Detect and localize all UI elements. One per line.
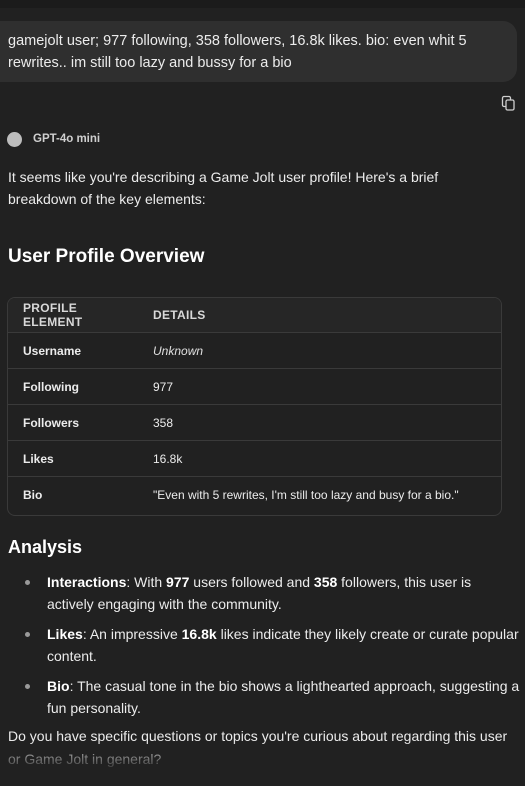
user-message-text: gamejolt user; 977 following, 358 follow… [8, 33, 467, 71]
table-row: Bio "Even with 5 rewrites, I'm still too… [8, 477, 501, 513]
analysis-text: : The casual tone in the bio shows a lig… [47, 678, 520, 716]
analysis-item-title: Likes [47, 626, 83, 642]
table-cell-key: Following [8, 368, 138, 405]
table-row: Username Unknown [8, 332, 501, 369]
table-row: Likes 16.8k [8, 440, 501, 477]
table-cell-key: Username [8, 332, 138, 369]
top-strip [0, 0, 525, 8]
table-cell-value: 358 [138, 404, 501, 441]
analysis-item-title: Interactions [47, 574, 127, 590]
chat-page: gamejolt user; 977 following, 358 follow… [0, 0, 525, 786]
user-message-bubble: gamejolt user; 977 following, 358 follow… [0, 21, 517, 82]
list-item: Likes: An impressive 16.8k likes indicat… [0, 623, 525, 667]
analysis-item-title: Bio [47, 678, 70, 694]
table-header-details: DETAILS [138, 298, 501, 333]
overview-heading: User Profile Overview [8, 246, 205, 267]
table-cell-value: Unknown [138, 332, 501, 369]
table-cell-key: Bio [23, 487, 43, 502]
list-item: Bio: The casual tone in the bio shows a … [0, 675, 525, 719]
table-row: Followers 358 [8, 404, 501, 441]
table-cell-value: "Even with 5 rewrites, I'm still too laz… [153, 487, 459, 502]
analysis-number: 977 [166, 574, 190, 590]
copy-icon [501, 95, 515, 111]
table-header-element: PROFILE ELEMENT [8, 298, 138, 333]
bullet-icon [25, 684, 30, 689]
table-cell-key: Followers [8, 404, 138, 441]
list-item: Interactions: With 977 users followed an… [0, 571, 525, 615]
table-cell-value: 16.8k [138, 440, 501, 477]
table-header-row: PROFILE ELEMENT DETAILS [8, 298, 501, 333]
analysis-text: users followed and [189, 574, 314, 590]
table-cell-key: Likes [8, 440, 138, 477]
analysis-list: Interactions: With 977 users followed an… [0, 571, 525, 727]
model-name: GPT-4o mini [33, 133, 101, 145]
copy-button[interactable] [500, 95, 516, 111]
bullet-icon [25, 632, 30, 637]
model-avatar [7, 131, 22, 147]
response-intro: It seems like you're describing a Game J… [8, 169, 439, 207]
analysis-text: : An impressive [82, 626, 182, 642]
model-label: GPT-4o mini [7, 130, 100, 148]
table-row: Following 977 [8, 368, 501, 405]
analysis-heading: Analysis [8, 537, 83, 557]
bullet-icon [25, 580, 30, 585]
table-cell-value: 977 [138, 368, 501, 405]
profile-table: PROFILE ELEMENT DETAILS Username Unknown… [7, 297, 502, 516]
analysis-text: : With [126, 574, 167, 590]
response-closing: Do you have specific questions or topics… [8, 728, 508, 767]
analysis-number: 16.8k [181, 626, 217, 642]
analysis-number: 358 [313, 574, 338, 590]
